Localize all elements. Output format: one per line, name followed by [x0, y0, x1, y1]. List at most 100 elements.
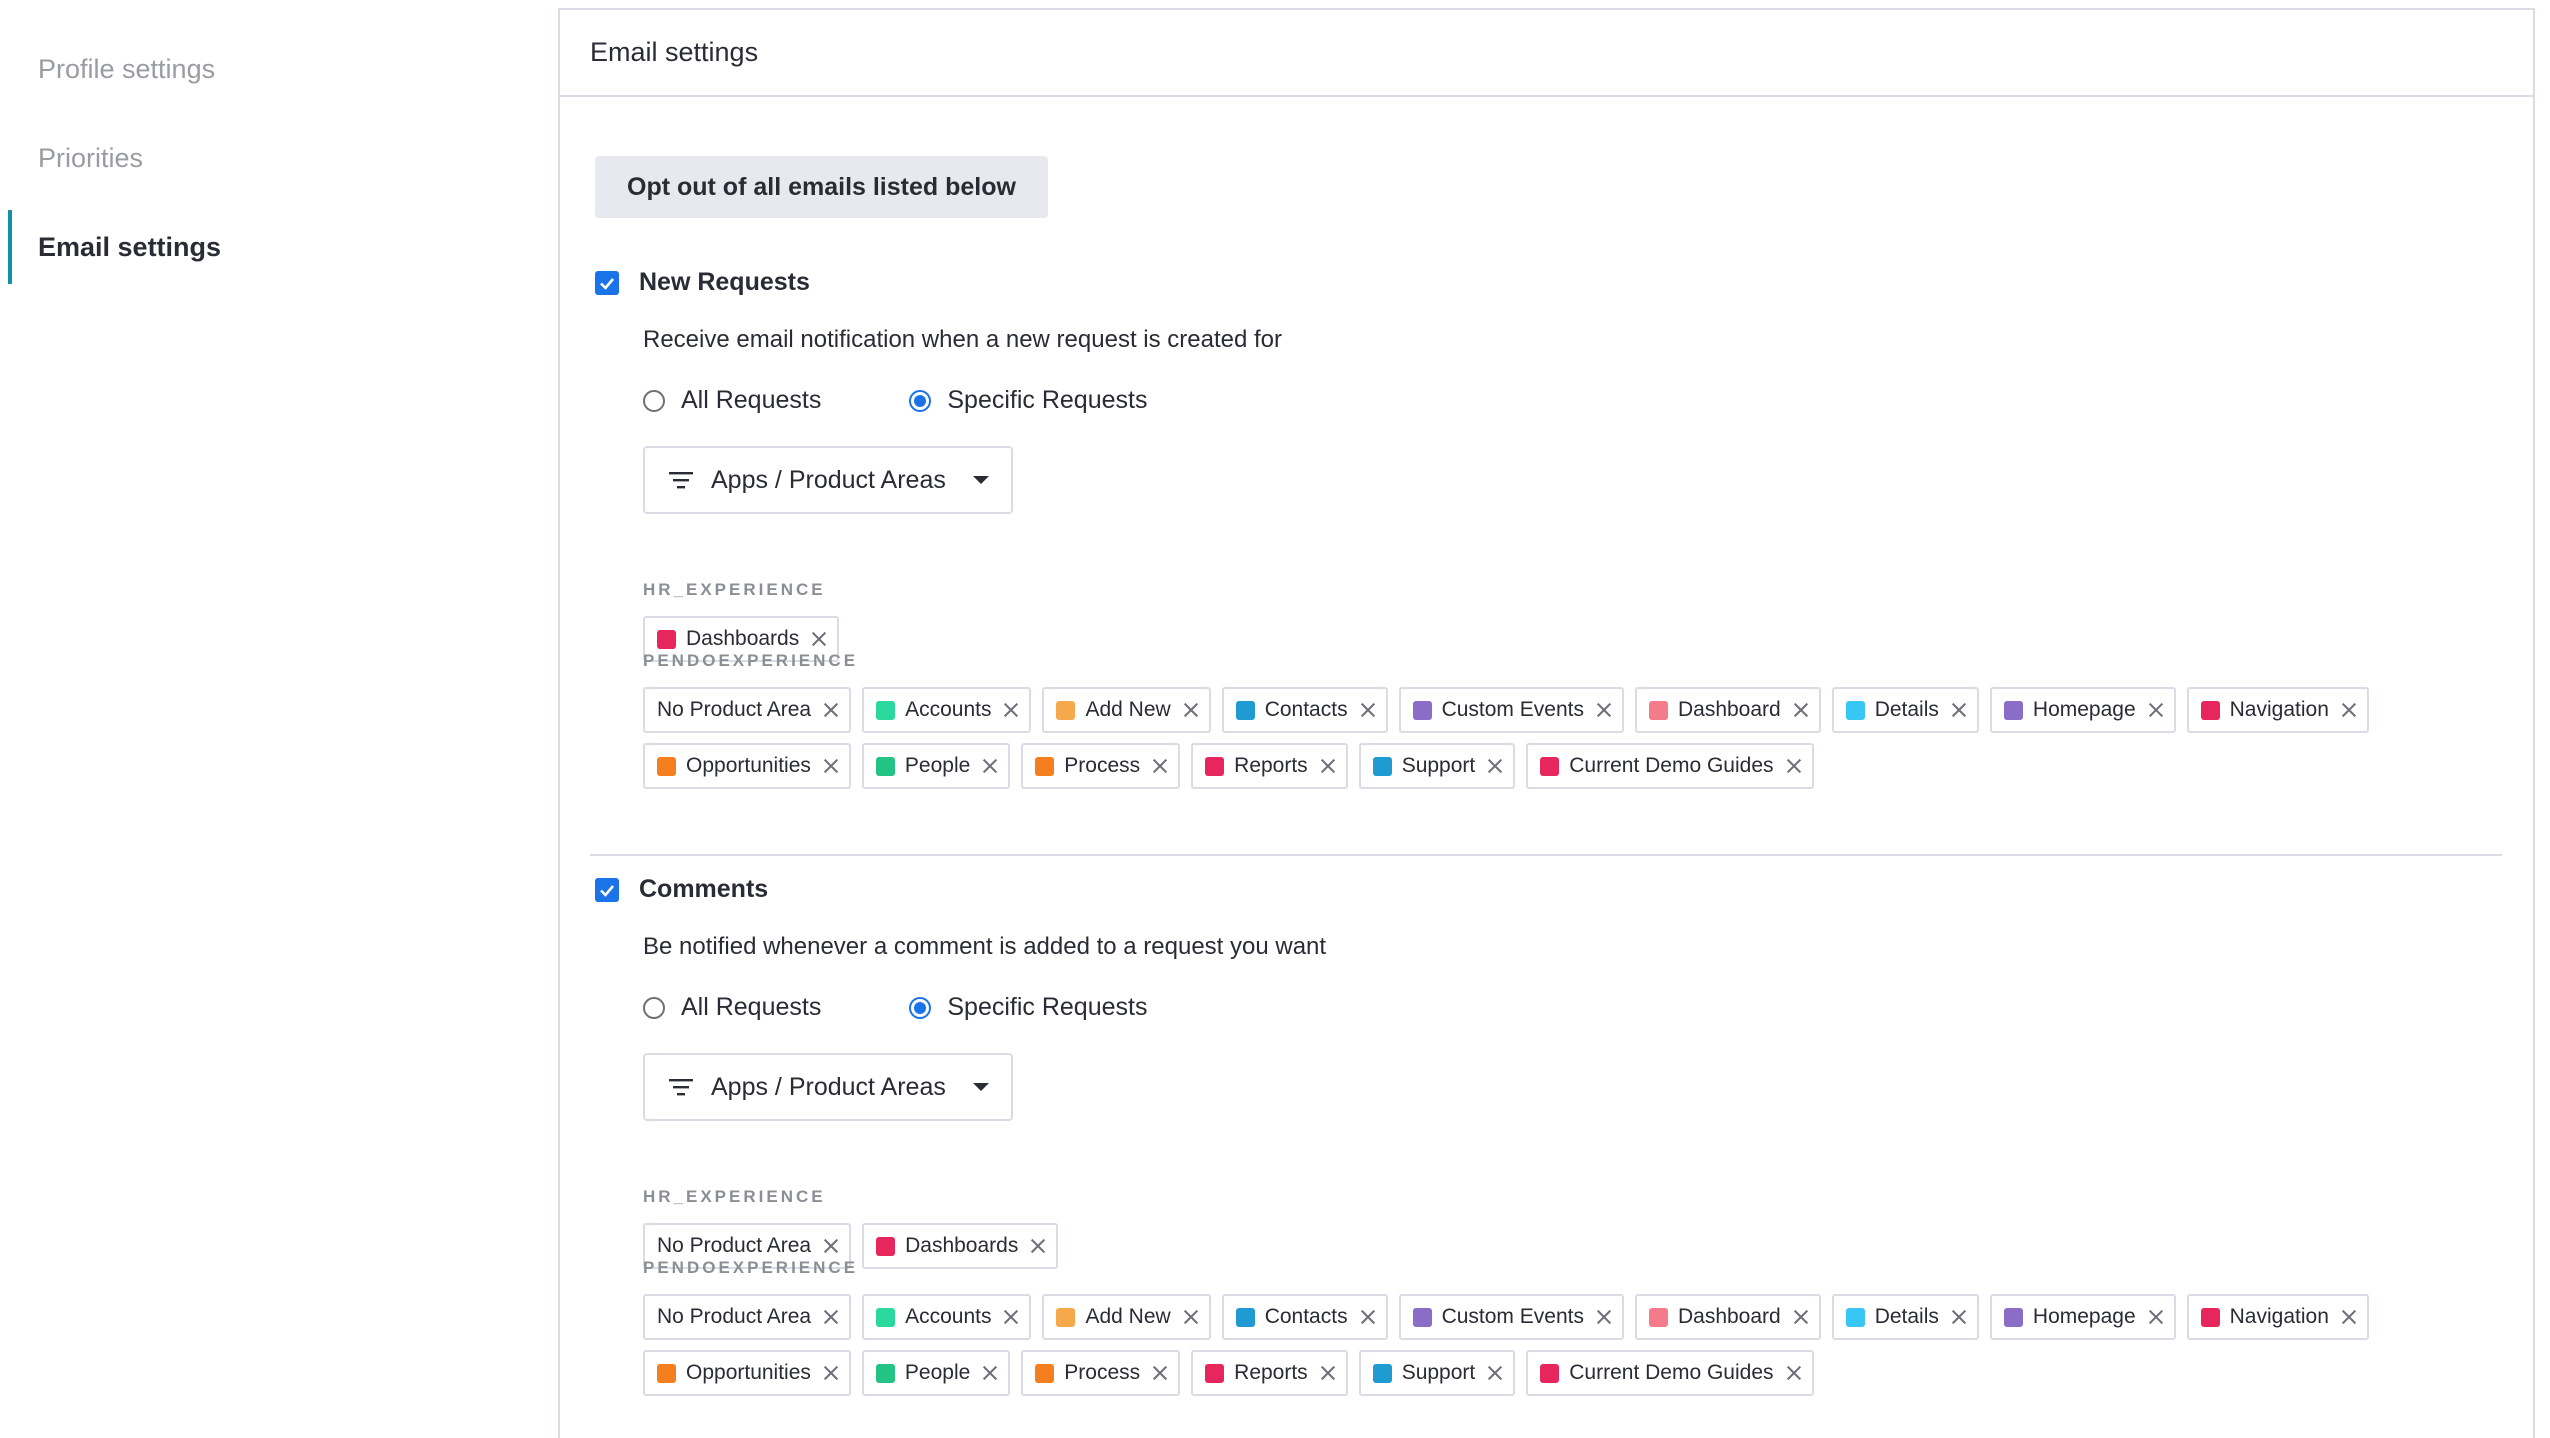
chip-label: Opportunities	[686, 1361, 811, 1384]
chip-label: Reports	[1234, 1361, 1308, 1384]
color-swatch	[1540, 756, 1560, 776]
remove-chip-icon[interactable]	[2148, 1309, 2164, 1325]
remove-chip-icon[interactable]	[823, 1365, 839, 1381]
product-areas-dropdown[interactable]: Apps / Product Areas	[643, 1053, 1013, 1121]
remove-chip-icon[interactable]	[1360, 1309, 1376, 1325]
remove-chip-icon[interactable]	[1030, 1238, 1046, 1254]
section-title: New Requests	[639, 268, 810, 296]
color-swatch	[1648, 1307, 1668, 1327]
remove-chip-icon[interactable]	[823, 1238, 839, 1254]
sidebar-item-priorities[interactable]: Priorities	[8, 121, 408, 195]
color-swatch	[2200, 1307, 2220, 1327]
remove-chip-icon[interactable]	[1786, 1365, 1802, 1381]
remove-chip-icon[interactable]	[1320, 758, 1336, 774]
filter-chip: Custom Events	[1398, 1294, 1624, 1340]
color-swatch	[1056, 700, 1076, 720]
sidebar-item-profile-settings[interactable]: Profile settings	[8, 32, 408, 106]
chip-label: Homepage	[2032, 1305, 2136, 1328]
radio-button-selected[interactable]	[909, 389, 932, 412]
group-label-hr-experience: HR_EXPERIENCE	[643, 580, 826, 599]
chip-label: No Product Area	[657, 698, 812, 721]
color-swatch	[1235, 1307, 1255, 1327]
remove-chip-icon[interactable]	[1951, 702, 1967, 718]
remove-chip-icon[interactable]	[1183, 702, 1199, 718]
remove-chip-icon[interactable]	[2341, 702, 2357, 718]
remove-chip-icon[interactable]	[823, 1309, 839, 1325]
filter-chip: Navigation	[2186, 687, 2369, 733]
radio-button[interactable]	[643, 996, 665, 1019]
color-swatch	[1056, 1307, 1076, 1327]
remove-chip-icon[interactable]	[1152, 1365, 1168, 1381]
chip-label: Navigation	[2229, 1305, 2329, 1328]
radio-button-selected[interactable]	[909, 996, 932, 1019]
color-swatch	[657, 1363, 676, 1383]
remove-chip-icon[interactable]	[982, 758, 998, 774]
filter-chip: People	[861, 743, 1011, 789]
product-areas-dropdown[interactable]: Apps / Product Areas	[643, 446, 1013, 514]
filter-chip: Homepage	[1989, 1294, 2176, 1340]
opt-out-all-button[interactable]: Opt out of all emails listed below	[595, 156, 1048, 218]
color-swatch	[2003, 1307, 2023, 1327]
radio-all-requests[interactable]: All Requests	[643, 386, 821, 415]
remove-chip-icon[interactable]	[1951, 1309, 1967, 1325]
chip-label: Accounts	[905, 1305, 992, 1328]
new-requests-checkbox[interactable]	[595, 270, 619, 295]
remove-chip-icon[interactable]	[2341, 1309, 2357, 1325]
radio-specific-requests[interactable]: Specific Requests	[909, 386, 1147, 415]
chip-label: No Product Area	[657, 1234, 812, 1257]
radio-all-requests[interactable]: All Requests	[643, 993, 821, 1022]
color-swatch	[876, 1236, 896, 1256]
remove-chip-icon[interactable]	[982, 1365, 998, 1381]
filter-icon	[669, 1079, 693, 1096]
filter-chip: Add New	[1042, 687, 1211, 733]
filter-chip: Homepage	[1989, 687, 2176, 733]
chip-label: Details	[1874, 1305, 1939, 1328]
filter-chip: Current Demo Guides	[1526, 743, 1814, 789]
chip-label: Current Demo Guides	[1569, 1361, 1774, 1384]
section-description: Be notified whenever a comment is added …	[643, 933, 1327, 960]
chip-label: Details	[1874, 698, 1939, 721]
chip-label: Reports	[1234, 754, 1308, 777]
comments-checkbox[interactable]	[595, 877, 619, 902]
color-swatch	[1372, 756, 1392, 776]
chip-label: Custom Events	[1441, 698, 1584, 721]
chip-label: Dashboards	[686, 627, 800, 650]
remove-chip-icon[interactable]	[823, 702, 839, 718]
filter-chip: Navigation	[2186, 1294, 2369, 1340]
color-swatch	[2200, 700, 2220, 720]
filter-chip: Opportunities	[643, 743, 851, 789]
color-swatch	[875, 756, 895, 776]
remove-chip-icon[interactable]	[1360, 702, 1376, 718]
color-swatch	[876, 700, 896, 720]
section-title: Comments	[639, 875, 769, 903]
filter-chip: Details	[1831, 687, 1979, 733]
sidebar-item-email-settings[interactable]: Email settings	[8, 210, 408, 284]
remove-chip-icon[interactable]	[1793, 1309, 1809, 1325]
radio-button[interactable]	[643, 389, 665, 412]
remove-chip-icon[interactable]	[1003, 702, 1019, 718]
color-swatch	[1648, 700, 1668, 720]
remove-chip-icon[interactable]	[1003, 1309, 1019, 1325]
chip-label: Support	[1401, 1361, 1476, 1384]
remove-chip-icon[interactable]	[1487, 758, 1503, 774]
remove-chip-icon[interactable]	[1183, 1309, 1199, 1325]
panel-title: Email settings	[560, 10, 2533, 97]
color-swatch	[1372, 1363, 1392, 1383]
filter-chip: People	[861, 1350, 1011, 1396]
radio-specific-requests[interactable]: Specific Requests	[909, 993, 1147, 1022]
remove-chip-icon[interactable]	[1320, 1365, 1336, 1381]
remove-chip-icon[interactable]	[1596, 1309, 1612, 1325]
remove-chip-icon[interactable]	[1596, 702, 1612, 718]
color-swatch	[876, 1307, 896, 1327]
remove-chip-icon[interactable]	[2148, 702, 2164, 718]
remove-chip-icon[interactable]	[1152, 758, 1168, 774]
remove-chip-icon[interactable]	[1793, 702, 1809, 718]
remove-chip-icon[interactable]	[1786, 758, 1802, 774]
color-swatch	[1205, 756, 1225, 776]
chip-label: Add New	[1085, 698, 1171, 721]
filter-chip: Current Demo Guides	[1526, 1350, 1814, 1396]
remove-chip-icon[interactable]	[823, 758, 839, 774]
remove-chip-icon[interactable]	[811, 631, 827, 647]
remove-chip-icon[interactable]	[1487, 1365, 1503, 1381]
filter-chip: Opportunities	[643, 1350, 851, 1396]
